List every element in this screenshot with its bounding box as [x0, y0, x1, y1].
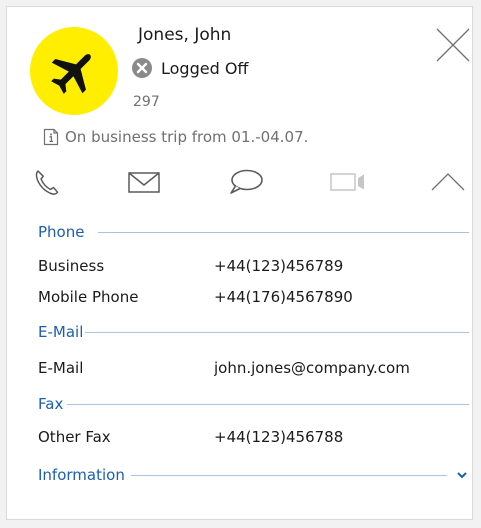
- phone-label-business: Business: [38, 257, 105, 275]
- status-text: Logged Off: [161, 58, 249, 78]
- phone-value-business[interactable]: +44(123)456789: [214, 257, 343, 275]
- chevron-up-icon[interactable]: [429, 167, 467, 197]
- section-title: Fax: [38, 395, 64, 413]
- airplane-icon: [51, 54, 91, 94]
- logged-off-status-icon: [132, 58, 152, 78]
- information-section-header[interactable]: Information: [38, 465, 469, 485]
- presence-status: Logged Off: [131, 56, 248, 80]
- phone-value-mobile[interactable]: +44(176)4567890: [214, 288, 353, 306]
- chevron-down-icon[interactable]: [455, 468, 469, 482]
- email-section-header: E-Mail: [38, 322, 469, 342]
- phone-label-mobile: Mobile Phone: [38, 288, 139, 306]
- fax-label-other: Other Fax: [38, 428, 111, 446]
- divider: [85, 331, 469, 333]
- extension-number: 297: [133, 94, 160, 110]
- absence-info-text: On business trip from 01.-04.07.: [65, 128, 309, 146]
- divider: [130, 474, 447, 476]
- divider: [98, 231, 469, 233]
- fax-value-other[interactable]: +44(123)456788: [214, 428, 343, 446]
- section-title: E-Mail: [38, 323, 84, 341]
- contact-name: Jones, John: [138, 25, 232, 45]
- fax-section-header: Fax: [38, 394, 469, 414]
- info-note-icon: [43, 128, 59, 146]
- mail-icon[interactable]: [127, 167, 161, 197]
- email-value[interactable]: john.jones@company.com: [214, 359, 410, 377]
- divider: [67, 403, 469, 405]
- phone-icon[interactable]: [33, 167, 59, 197]
- chat-icon[interactable]: [227, 167, 265, 197]
- absence-info: On business trip from 01.-04.07.: [43, 126, 308, 148]
- section-title: Information: [38, 466, 125, 484]
- phone-section-header: Phone: [38, 222, 469, 242]
- contact-card: Jones, John Logged Off 297 On business t…: [6, 6, 473, 520]
- section-title: Phone: [38, 223, 85, 241]
- avatar[interactable]: [30, 27, 118, 115]
- close-icon[interactable]: [435, 27, 471, 63]
- email-label: E-Mail: [38, 359, 84, 377]
- video-icon: [330, 173, 364, 191]
